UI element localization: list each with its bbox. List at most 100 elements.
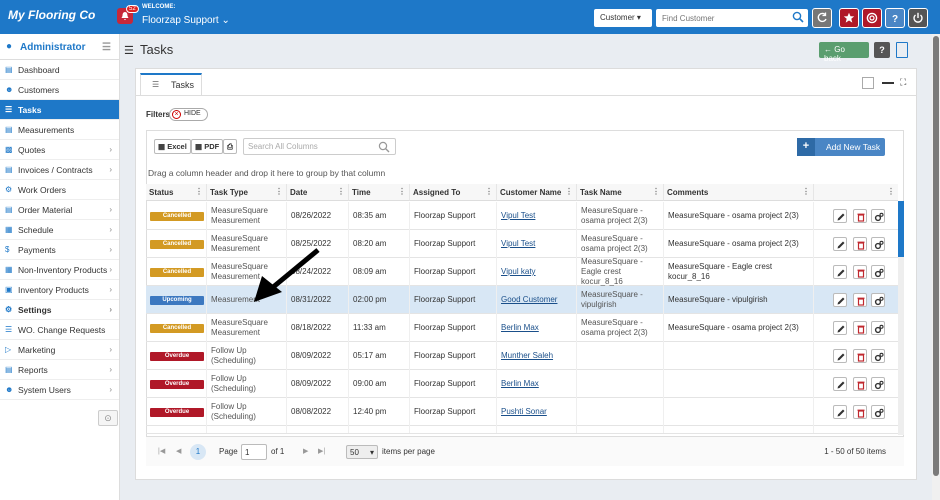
column-header-task-name[interactable]: Task Name ⋮ [577,184,664,201]
column-header-assigned-to[interactable]: Assigned To ⋮ [410,184,497,201]
delete-button[interactable] [853,377,867,391]
sidebar-item-work-orders[interactable]: ⚙ Work Orders [0,180,119,200]
sidebar-item-reports[interactable]: ▤ Reports › [0,360,119,380]
page-scrollbar-thumb[interactable] [933,36,939,476]
column-header-comments[interactable]: Comments ⋮ [664,184,814,201]
task-settings-button[interactable] [871,377,885,391]
delete-button[interactable] [853,237,867,251]
column-header-task-type[interactable]: Task Type ⋮ [207,184,287,201]
sidebar-item-customers[interactable]: ☻ Customers [0,80,119,100]
edit-button[interactable] [833,405,847,419]
customer-link[interactable]: Vipul Test [501,211,535,221]
go-back-button[interactable]: ← Go back [819,42,869,63]
customer-link[interactable]: Vipul Test [501,239,535,249]
sidebar-item-invoices-contracts[interactable]: ▤ Invoices / Contracts › [0,160,119,180]
customer-link[interactable]: Berlin Max [501,323,539,333]
page-scrollbar[interactable] [932,34,940,500]
task-settings-button[interactable] [871,237,885,251]
customer-link[interactable]: Munther Saleh [501,351,553,361]
add-new-task-button[interactable]: + Add New Task [797,138,885,156]
print-button[interactable]: ⎙ [223,139,237,154]
sidebar-item-non-inventory-products[interactable]: ▦ Non-Inventory Products › [0,260,119,280]
delete-button[interactable] [853,265,867,279]
minimize-icon[interactable] [882,82,894,84]
sidebar-item-inventory-products[interactable]: ▣ Inventory Products › [0,280,119,300]
edit-button[interactable] [833,265,847,279]
column-menu-icon[interactable]: ⋮ [652,187,660,196]
column-menu-icon[interactable]: ⋮ [802,187,810,196]
sidebar-item-schedule[interactable]: ▦ Schedule › [0,220,119,240]
search-icon[interactable] [792,11,804,25]
menu-toggle-icon[interactable]: ☰ [102,42,111,53]
delete-button[interactable] [853,433,867,434]
export-excel-button[interactable]: ▦ Excel [154,139,191,154]
sidebar-item-marketing[interactable]: ▷ Marketing › [0,340,119,360]
edit-button[interactable] [833,349,847,363]
panel-square-icon[interactable] [862,77,874,89]
column-menu-icon[interactable]: ⋮ [887,187,895,196]
task-settings-button[interactable] [871,433,885,434]
column-menu-icon[interactable]: ⋮ [195,187,203,196]
delete-button[interactable] [853,293,867,307]
export-document-icon[interactable] [896,42,908,58]
customer-link[interactable]: Vipul katy [501,267,536,277]
sidebar-item-measurements[interactable]: ▤ Measurements [0,120,119,140]
column-header-status[interactable]: Status ⋮ [146,184,207,201]
sidebar-item-tasks[interactable]: ☰ Tasks [0,100,119,120]
collapse-sidebar-button[interactable]: ⊙ [98,410,118,426]
page-help-button[interactable]: ? [874,42,890,58]
tab-tasks[interactable]: ☰ Tasks [140,73,202,95]
sidebar-item-quotes[interactable]: ▩ Quotes › [0,140,119,160]
find-customer-input[interactable] [656,9,808,27]
prev-page-icon[interactable]: ◀ [176,447,181,455]
table-row[interactable]: Cancelled MeasureSquare Measurement 08/18/… [146,314,898,342]
delete-button[interactable] [853,321,867,335]
search-all-columns-input[interactable]: Search All Columns [243,138,396,155]
task-settings-button[interactable] [871,293,885,307]
task-settings-button[interactable] [871,265,885,279]
table-row[interactable]: Cancelled MeasureSquare Measurement 08/26/… [146,202,898,230]
delete-button[interactable] [853,405,867,419]
edit-button[interactable] [833,237,847,251]
column-menu-icon[interactable]: ⋮ [485,187,493,196]
sidebar-item-system-users[interactable]: ☻ System Users › [0,380,119,400]
table-row[interactable]: Overdue Follow Up (Scheduling) 08/08/2022 1… [146,398,898,426]
sidebar-item-dashboard[interactable]: ▤ Dashboard [0,60,119,80]
sidebar-item-wo-change-requests[interactable]: ☰ WO. Change Requests [0,320,119,340]
sidebar-item-payments[interactable]: $ Payments › [0,240,119,260]
page-size-select[interactable]: 50 ▾ [346,445,378,459]
logout-button[interactable] [908,8,928,28]
column-menu-icon[interactable]: ⋮ [337,187,345,196]
export-pdf-button[interactable]: ▦ PDF [191,139,224,154]
customer-link[interactable]: Berlin Max [501,379,539,389]
task-settings-button[interactable] [871,405,885,419]
delete-button[interactable] [853,349,867,363]
sidebar-item-order-material[interactable]: ▤ Order Material › [0,200,119,220]
edit-button[interactable] [833,209,847,223]
fullscreen-icon[interactable]: ⛶ [900,77,912,89]
favorites-button[interactable] [839,8,859,28]
sidebar-item-settings[interactable]: ⚙ Settings › [0,300,119,320]
refresh-button[interactable] [812,8,832,28]
table-row[interactable]: Overdue Follow Up (Scheduling) 08/09/2022 0… [146,342,898,370]
column-menu-icon[interactable]: ⋮ [275,187,283,196]
column-menu-icon[interactable]: ⋮ [565,187,573,196]
customer-search-type-select[interactable]: Customer ▾ [594,9,652,27]
column-header-customer-name[interactable]: Customer Name ⋮ [497,184,577,201]
hide-filters-button[interactable]: × HIDE [169,108,208,121]
table-row[interactable]: Overdue Follow Up (Scheduling) 08/09/2022 0… [146,370,898,398]
grid-scrollbar-thumb[interactable] [898,201,904,257]
edit-button[interactable] [833,293,847,307]
delete-button[interactable] [853,209,867,223]
page-1-button[interactable]: 1 [190,444,206,460]
edit-button[interactable] [833,433,847,434]
last-page-icon[interactable]: ▶| [318,447,325,455]
column-header-time[interactable]: Time ⋮ [349,184,410,201]
edit-button[interactable] [833,377,847,391]
task-settings-button[interactable] [871,349,885,363]
page-number-input[interactable]: 1 [241,444,267,460]
task-settings-button[interactable] [871,321,885,335]
edit-button[interactable] [833,321,847,335]
customer-link[interactable]: Pushti Sonar [501,407,547,417]
support-button[interactable] [862,8,882,28]
